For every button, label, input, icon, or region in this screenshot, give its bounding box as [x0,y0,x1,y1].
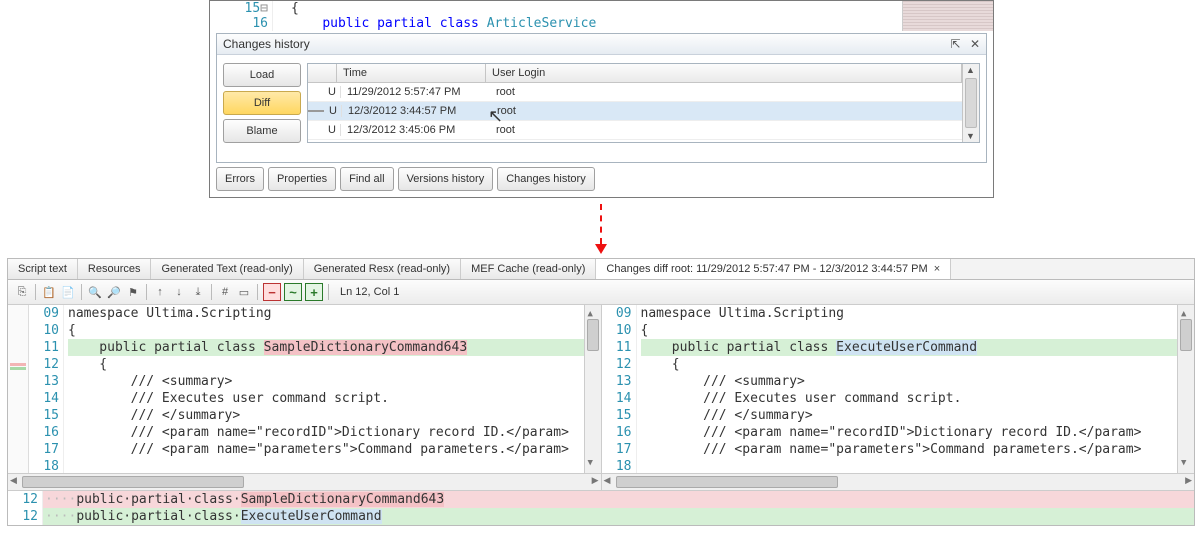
save-icon[interactable]: ⤓ [190,284,206,300]
paste-icon[interactable]: 📋 [41,284,57,300]
cell-flag: U [325,105,342,117]
cell-time: 12/3/2012 3:45:06 PM [341,124,490,136]
diff-left-pane: 09101112131415161718 namespace Ultima.Sc… [8,305,602,490]
panel-tab-button[interactable]: Changes history [497,167,595,191]
scrollbar-horizontal[interactable] [8,473,601,490]
overview-ruler[interactable] [8,305,29,473]
table-row[interactable]: U11/29/2012 5:57:47 PMroot [308,83,962,102]
grid-scrollbar-vertical[interactable] [962,64,979,142]
down-icon[interactable]: ↓ [171,284,187,300]
line-number: 16 [210,16,268,31]
document-tab[interactable]: Resources [78,259,152,279]
scrollbar-horizontal[interactable] [602,473,1195,490]
table-row[interactable]: U12/3/2012 3:44:57 PMroot [308,102,962,121]
diff-removed-toggle[interactable]: − [263,283,281,301]
code-line: { [291,1,596,16]
diff-right-pane: 09101112131415161718 namespace Ultima.Sc… [602,305,1195,490]
document-tab[interactable]: Script text [8,259,78,279]
panel-tab-button[interactable]: Versions history [398,167,494,191]
copy-icon[interactable]: ⎘ [14,284,30,300]
cursor-position: Ln 12, Col 1 [340,286,399,298]
code-line: public partial class ArticleService [291,16,596,31]
code-area: 15⊟ 16 { public partial class ArticleSer… [210,1,993,31]
window-icon[interactable]: ▭ [236,284,252,300]
col-header-user[interactable]: User Login [486,64,962,82]
document-tabs: Script textResourcesGenerated Text (read… [8,259,1194,280]
col-header-time[interactable]: Time [337,64,486,82]
line-number: 15⊟ [210,1,268,16]
minimap[interactable] [902,1,993,31]
col-header-flag[interactable] [308,64,337,82]
cell-user: root [491,105,962,117]
blame-button[interactable]: Blame [223,119,301,143]
row-handle [308,110,324,112]
table-row[interactable]: U12/3/2012 3:45:06 PMroot [308,121,962,140]
bottom-tab-buttons: ErrorsPropertiesFind allVersions history… [216,167,595,191]
panel-tab-button[interactable]: Find all [340,167,393,191]
scrollbar-vertical[interactable] [1177,305,1194,473]
panel-tab-button[interactable]: Errors [216,167,264,191]
flow-arrow [596,204,604,254]
history-grid[interactable]: Time User Login U11/29/2012 5:57:47 PMro… [307,63,980,143]
close-icon[interactable]: ✕ [970,37,980,51]
merged-row: 12····public·partial·class·ExecuteUserCo… [8,508,1194,525]
clipboard-icon[interactable]: 📄 [60,284,76,300]
replace-icon[interactable]: 🔎 [106,284,122,300]
history-button-column: Load Diff Blame [223,63,301,143]
diff-toolbar: ⎘ 📋 📄 🔍 🔎 ⚑ ↑ ↓ ⤓ # ▭ − ~ + Ln 12, Col 1 [8,280,1194,305]
merged-row: 12····public·partial·class·SampleDiction… [8,491,1194,508]
diff-split-view: 09101112131415161718 namespace Ultima.Sc… [8,305,1194,490]
grid-header: Time User Login [308,64,962,83]
cell-time: 11/29/2012 5:57:47 PM [341,86,490,98]
find-icon[interactable]: 🔍 [87,284,103,300]
bookmark-icon[interactable]: ⚑ [125,284,141,300]
code-text[interactable]: namespace Ultima.Scripting{ public parti… [637,305,1178,473]
tab-close-icon[interactable]: × [934,263,940,275]
cell-time: 12/3/2012 3:44:57 PM [342,105,491,117]
panel-title: Changes history [223,34,310,54]
document-tab[interactable]: Generated Text (read-only) [151,259,303,279]
cell-flag: U [324,86,341,98]
load-button[interactable]: Load [223,63,301,87]
code-editor-panel: 15⊟ 16 { public partial class ArticleSer… [209,0,994,198]
document-tab[interactable]: Changes diff root: 11/29/2012 5:57:47 PM… [596,259,951,279]
panel-tab-button[interactable]: Properties [268,167,336,191]
diff-added-toggle[interactable]: + [305,283,323,301]
scrollbar-vertical[interactable] [584,305,601,473]
code-text[interactable]: namespace Ultima.Scripting{ public parti… [64,305,584,473]
cell-user: root [490,86,962,98]
gutter: 15⊟ 16 [210,1,273,31]
cell-flag: U [324,124,341,136]
diff-changed-toggle[interactable]: ~ [284,283,302,301]
code-lines[interactable]: { public partial class ArticleService [273,1,596,31]
line-numbers: 09101112131415161718 [29,305,64,473]
diff-button[interactable]: Diff [223,91,301,115]
diff-viewer-panel: Script textResourcesGenerated Text (read… [7,258,1195,526]
up-icon[interactable]: ↑ [152,284,168,300]
changes-history-panel: Changes history ⇱ ✕ Load Diff Blame Time… [216,33,987,163]
merged-diff-lines: 12····public·partial·class·SampleDiction… [8,490,1194,525]
hash-icon[interactable]: # [217,284,233,300]
cell-user: root [490,124,962,136]
line-numbers: 09101112131415161718 [602,305,637,473]
panel-titlebar: Changes history ⇱ ✕ [217,34,986,55]
pin-icon[interactable]: ⇱ [951,37,961,51]
document-tab[interactable]: MEF Cache (read-only) [461,259,596,279]
document-tab[interactable]: Generated Resx (read-only) [304,259,461,279]
